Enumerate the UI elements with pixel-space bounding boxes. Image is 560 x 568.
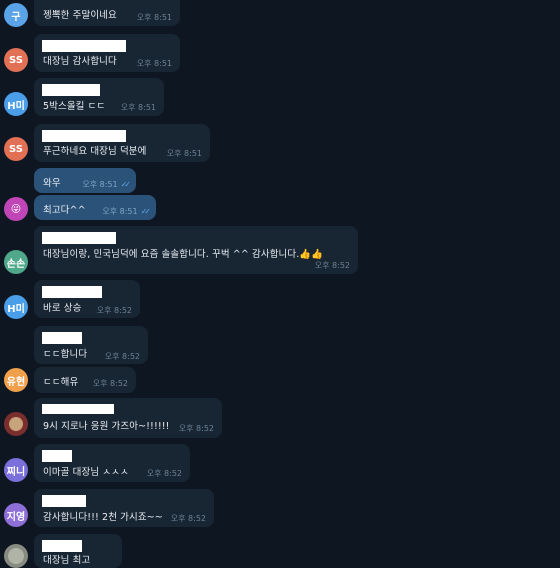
message-bubble[interactable]: 젱뽁한 주말이네요 오후 8:51 — [34, 0, 180, 26]
message-time: 오후 8:52 — [104, 352, 140, 361]
avatar[interactable]: 유현 — [4, 368, 28, 392]
avatar-emoji-icon: 😜 — [10, 203, 22, 215]
avatar-initials: 찌니 — [6, 466, 26, 478]
message-time: 오후 8:52 — [314, 261, 350, 270]
avatar-initials: 지영 — [6, 511, 26, 523]
avatar[interactable]: SS — [4, 137, 28, 161]
sender-name-redacted — [42, 332, 82, 344]
message-text: 감사합니다!!! 2천 가시죠~~ — [43, 512, 163, 523]
avatar-initials: SS — [9, 143, 23, 155]
message-bubble[interactable]: ㄷㄷ해유 오후 8:52 — [34, 367, 136, 393]
message-text: 최고다^^ — [43, 205, 86, 216]
message-text: 9시 지로나 응원 가즈아~!!!!!! — [43, 421, 170, 432]
sender-name-redacted — [42, 404, 114, 414]
message-time: 오후 8:52 — [96, 306, 132, 315]
message-bubble[interactable]: ㄷㄷ합니다 오후 8:52 — [34, 326, 148, 364]
avatar-initials: 손손 — [6, 258, 26, 270]
message-time: 오후 8:51 — [166, 149, 202, 158]
message-text: 대장님 최고 — [43, 555, 91, 566]
message-bubble[interactable]: 이마골 대장님 ㅅㅅㅅ 오후 8:52 — [34, 444, 190, 482]
message-text: 5박스올킬 ㄷㄷ — [43, 101, 106, 112]
message-time: 오후 8:51 — [136, 59, 172, 68]
avatar-initials: H미 — [7, 303, 25, 315]
message-bubble[interactable]: 대장님이랑, 민국님덕에 요즘 솔솔합니다. 꾸벅 ^^ 감사합니다.👍👍 오후… — [34, 226, 358, 274]
message-bubble[interactable]: 감사합니다!!! 2천 가시죠~~ 오후 8:52 — [34, 489, 214, 527]
message-time: 오후 8:52 — [92, 379, 128, 388]
message-bubble-outgoing[interactable]: 와우 오후 8:51 ✓✓ — [34, 168, 136, 193]
message-time: 오후 8:52 — [178, 424, 214, 433]
avatar-photo-icon — [9, 417, 23, 431]
avatar[interactable]: 구 — [4, 3, 28, 27]
message-bubble[interactable]: 5박스올킬 ㄷㄷ 오후 8:51 — [34, 78, 164, 116]
sender-name-redacted — [42, 84, 100, 96]
message-bubble[interactable]: 대장님 최고 — [34, 534, 122, 568]
message-bubble[interactable]: 9시 지로나 응원 가즈아~!!!!!! 오후 8:52 — [34, 398, 222, 438]
message-time: 오후 8:52 — [170, 514, 206, 523]
message-time: 오후 8:52 — [146, 469, 182, 478]
message-time: 오후 8:51 ✓✓ — [102, 206, 152, 217]
avatar-initials: 구 — [11, 11, 21, 23]
avatar[interactable]: H미 — [4, 92, 28, 116]
sender-name-redacted — [42, 286, 102, 298]
message-time: 오후 8:51 ✓✓ — [82, 179, 132, 190]
message-text: ㄷㄷ해유 — [43, 377, 79, 388]
message-text: 푸근하네요 대장님 덕분에 — [43, 146, 147, 157]
message-text: 젱뽁한 주말이네요 — [43, 10, 117, 21]
sender-name-redacted — [42, 232, 116, 244]
avatar-initials: 유현 — [6, 376, 26, 388]
message-time: 오후 8:51 — [136, 13, 172, 22]
sender-name-redacted — [42, 540, 82, 552]
avatar[interactable] — [4, 412, 28, 436]
message-bubble-outgoing[interactable]: 최고다^^ 오후 8:51 ✓✓ — [34, 195, 156, 220]
read-check-icon: ✓✓ — [140, 207, 152, 216]
avatar[interactable]: 손손 — [4, 250, 28, 274]
message-text: 대장님이랑, 민국님덕에 요즘 솔솔합니다. 꾸벅 ^^ 감사합니다.👍👍 — [43, 249, 324, 260]
sender-name-redacted — [42, 450, 72, 462]
avatar-photo-icon — [8, 548, 24, 564]
time-label: 오후 8:51 — [82, 180, 118, 189]
message-time: 오후 8:51 — [120, 103, 156, 112]
message-text: 이마골 대장님 ㅅㅅㅅ — [43, 467, 129, 478]
message-text: ㄷㄷ합니다 — [43, 349, 88, 360]
avatar[interactable]: 😜 — [4, 197, 28, 221]
avatar[interactable]: H미 — [4, 295, 28, 319]
avatar[interactable]: 지영 — [4, 503, 28, 527]
sender-name-redacted — [42, 40, 126, 52]
avatar[interactable]: SS — [4, 48, 28, 72]
message-bubble[interactable]: 대장님 감사합니다 오후 8:51 — [34, 34, 180, 72]
message-text: 와우 — [43, 178, 61, 189]
message-bubble[interactable]: 바로 상승 오후 8:52 — [34, 280, 140, 318]
message-text: 바로 상승 — [43, 303, 82, 314]
avatar[interactable]: 찌니 — [4, 458, 28, 482]
read-check-icon: ✓✓ — [120, 180, 132, 189]
sender-name-redacted — [42, 130, 126, 142]
message-text: 대장님 감사합니다 — [43, 56, 117, 67]
sender-name-redacted — [42, 495, 86, 507]
avatar-initials: SS — [9, 54, 23, 66]
message-bubble[interactable]: 푸근하네요 대장님 덕분에 오후 8:51 — [34, 124, 210, 162]
avatar[interactable] — [4, 544, 28, 568]
time-label: 오후 8:51 — [102, 207, 138, 216]
avatar-initials: H미 — [7, 100, 25, 112]
